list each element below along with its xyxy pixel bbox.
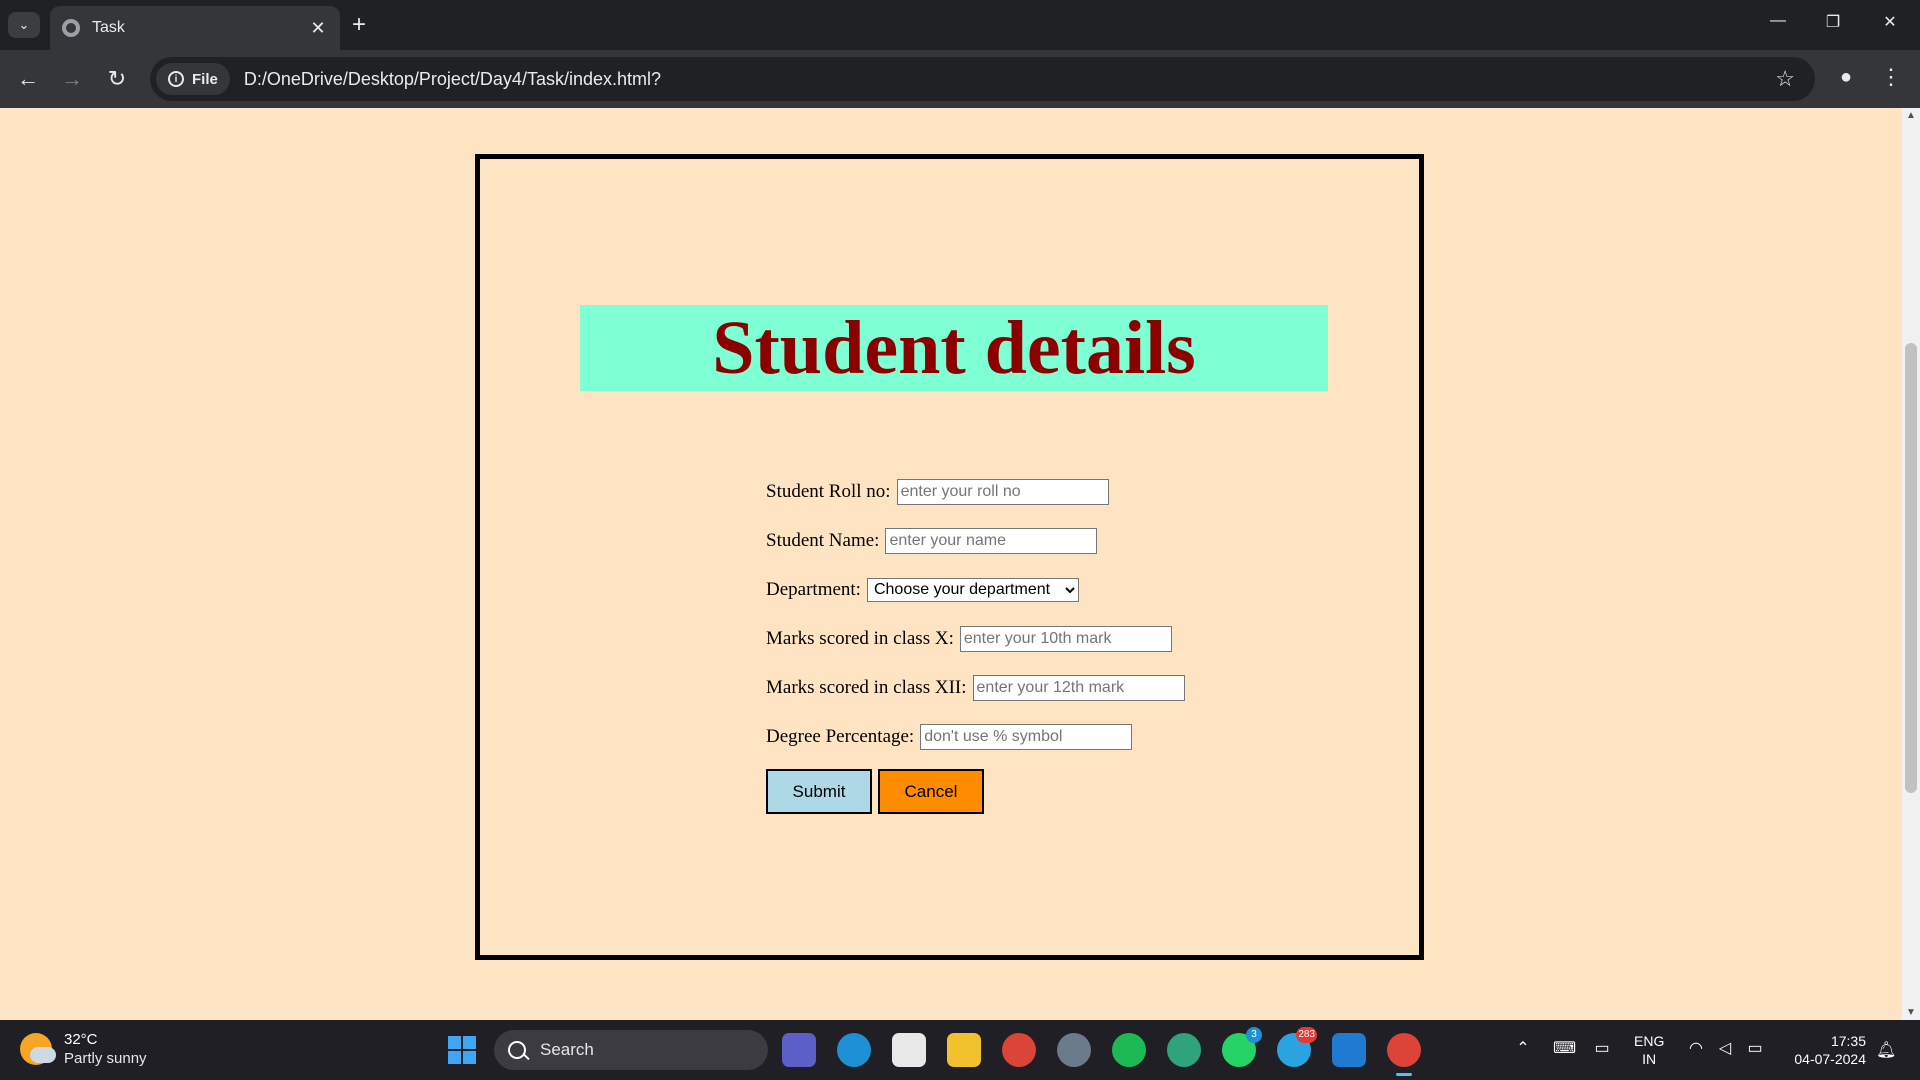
teams-icon[interactable] bbox=[782, 1033, 816, 1067]
weather-condition: Partly sunny bbox=[64, 1050, 147, 1067]
system-clock[interactable]: 17:35 04-07-2024 bbox=[1786, 1032, 1866, 1068]
edge-icon[interactable] bbox=[1167, 1033, 1201, 1067]
telegram-badge: 283 bbox=[1296, 1027, 1317, 1043]
telegram-icon[interactable]: 283 bbox=[1277, 1027, 1317, 1067]
page-title: Student details bbox=[580, 305, 1328, 391]
notification-bell-icon[interactable]: 🔔︎ bbox=[1876, 1040, 1896, 1060]
student-form: Student Roll no: Student Name: Departmen… bbox=[766, 467, 1185, 814]
cancel-button[interactable]: Cancel bbox=[878, 769, 984, 814]
address-bar[interactable]: i File D:/OneDrive/Desktop/Project/Day4/… bbox=[150, 57, 1815, 101]
site-info-chip[interactable]: i File bbox=[156, 63, 230, 95]
scroll-up-icon[interactable]: ▲ bbox=[1902, 110, 1920, 121]
display-icon[interactable]: ▭ bbox=[1592, 1040, 1612, 1058]
back-arrow-icon[interactable]: ← bbox=[13, 66, 43, 92]
url-text[interactable]: D:/OneDrive/Desktop/Project/Day4/Task/in… bbox=[244, 69, 1775, 90]
department-label: Department: bbox=[766, 578, 861, 600]
class-x-row: Marks scored in class X: bbox=[766, 614, 1185, 663]
file-explorer-icon[interactable] bbox=[947, 1033, 981, 1067]
department-row: Department: Choose your department bbox=[766, 565, 1185, 614]
lang-top: ENG bbox=[1634, 1033, 1665, 1049]
submit-button[interactable]: Submit bbox=[766, 769, 872, 814]
chrome-icon[interactable] bbox=[1002, 1033, 1036, 1067]
vscode-icon[interactable] bbox=[1332, 1033, 1366, 1067]
roll-input[interactable] bbox=[896, 478, 1109, 505]
degree-label: Degree Percentage: bbox=[766, 725, 915, 747]
window-close-icon[interactable]: ✕ bbox=[1875, 12, 1905, 32]
whatsapp-icon[interactable]: 3 bbox=[1222, 1027, 1262, 1067]
lang-bottom: IN bbox=[1642, 1051, 1657, 1067]
chrome-active-icon[interactable] bbox=[1387, 1033, 1421, 1076]
browser-tab[interactable]: Task ✕ bbox=[50, 6, 340, 50]
class-xii-input[interactable] bbox=[972, 674, 1185, 701]
restore-icon[interactable]: ❐ bbox=[1818, 12, 1848, 32]
name-row: Student Name: bbox=[766, 516, 1185, 565]
windows-taskbar: 32°C Partly sunny Search 3 283 ⌃ ⌨ ▭ ENG… bbox=[0, 1020, 1920, 1080]
degree-row: Degree Percentage: bbox=[766, 712, 1185, 761]
whatsapp-badge: 3 bbox=[1246, 1027, 1262, 1043]
language-indicator[interactable]: ENG IN bbox=[1634, 1032, 1664, 1068]
page-scrollbar[interactable]: ▲ ▼ bbox=[1902, 108, 1920, 1020]
search-icon bbox=[508, 1041, 526, 1059]
partly-sunny-icon bbox=[20, 1033, 56, 1065]
windows-start-icon[interactable] bbox=[448, 1036, 476, 1064]
reload-icon[interactable]: ↻ bbox=[102, 66, 132, 92]
weather-temp: 32°C bbox=[64, 1031, 98, 1048]
form-container: Student details Student Roll no: Student… bbox=[475, 154, 1424, 960]
bookmark-star-icon[interactable]: ☆ bbox=[1775, 66, 1795, 92]
class-xii-label: Marks scored in class XII: bbox=[766, 676, 967, 698]
browser-toolbar: ← → ↻ i File D:/OneDrive/Desktop/Project… bbox=[0, 50, 1920, 108]
chevron-up-icon[interactable]: ⌃ bbox=[1513, 1040, 1533, 1058]
department-select[interactable]: Choose your department bbox=[866, 577, 1079, 602]
volume-icon[interactable]: ◁ bbox=[1715, 1040, 1735, 1058]
roll-row: Student Roll no: bbox=[766, 467, 1185, 516]
roll-label: Student Roll no: bbox=[766, 480, 891, 502]
clock-date: 04-07-2024 bbox=[1794, 1051, 1866, 1067]
class-x-label: Marks scored in class X: bbox=[766, 627, 954, 649]
browser-tabstrip: ⌄ Task ✕ + — ❐ ✕ bbox=[0, 0, 1920, 50]
name-input[interactable] bbox=[885, 527, 1098, 554]
spotify-icon[interactable] bbox=[1112, 1033, 1146, 1067]
chevron-down-icon: ⌄ bbox=[18, 17, 30, 32]
scrollbar-thumb[interactable] bbox=[1905, 343, 1917, 793]
menu-kebab-icon[interactable]: ⋮ bbox=[1880, 64, 1902, 90]
close-tab-icon[interactable]: ✕ bbox=[308, 18, 328, 39]
form-actions: Submit Cancel bbox=[766, 769, 1185, 814]
clock-time: 17:35 bbox=[1830, 1033, 1866, 1049]
weather-widget[interactable]: 32°C Partly sunny bbox=[20, 1030, 147, 1068]
minimize-icon[interactable]: — bbox=[1763, 12, 1793, 30]
info-icon: i bbox=[168, 71, 184, 87]
help-icon[interactable] bbox=[837, 1033, 871, 1067]
class-xii-row: Marks scored in class XII: bbox=[766, 663, 1185, 712]
page-viewport: Student details Student Roll no: Student… bbox=[0, 108, 1920, 1020]
profile-icon[interactable]: ● bbox=[1833, 66, 1859, 92]
keyboard-icon[interactable]: ⌨ bbox=[1553, 1040, 1576, 1058]
tab-title: Task bbox=[92, 19, 125, 36]
degree-input[interactable] bbox=[920, 723, 1133, 750]
store-icon[interactable] bbox=[892, 1033, 926, 1067]
new-tab-button[interactable]: + bbox=[352, 12, 366, 38]
globe-icon bbox=[62, 19, 80, 37]
tab-search-button[interactable]: ⌄ bbox=[8, 12, 40, 38]
taskbar-search[interactable]: Search bbox=[494, 1030, 768, 1070]
name-label: Student Name: bbox=[766, 529, 880, 551]
wifi-icon[interactable]: ◠ bbox=[1686, 1040, 1706, 1058]
taskbar-search-label: Search bbox=[540, 1040, 594, 1059]
class-x-input[interactable] bbox=[959, 625, 1172, 652]
scroll-down-icon[interactable]: ▼ bbox=[1902, 1007, 1920, 1018]
forward-arrow-icon[interactable]: → bbox=[57, 66, 87, 92]
battery-icon[interactable]: ▭ bbox=[1745, 1040, 1765, 1058]
settings-gear-icon[interactable] bbox=[1057, 1033, 1091, 1067]
chip-label: File bbox=[192, 70, 218, 88]
